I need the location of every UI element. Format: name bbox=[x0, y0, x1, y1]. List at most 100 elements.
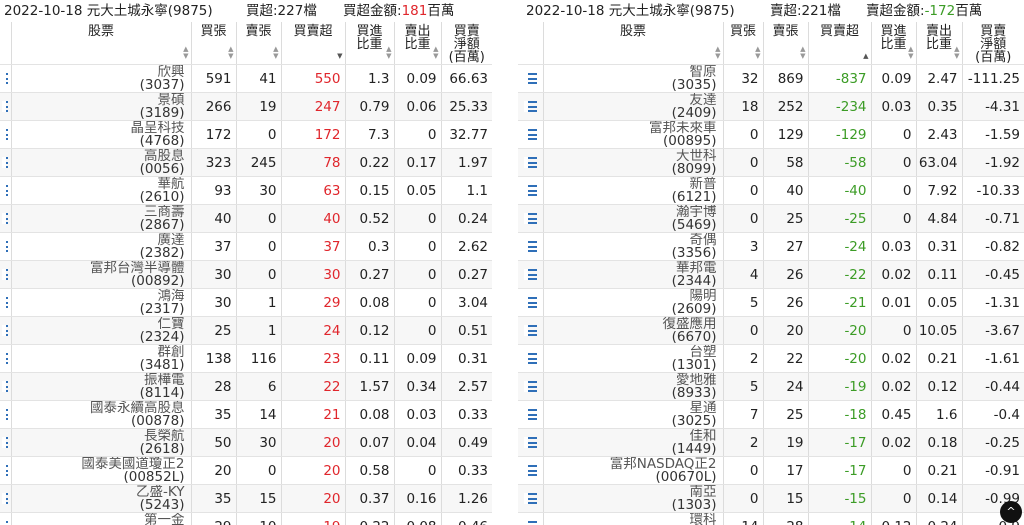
row-menu-cell[interactable] bbox=[518, 316, 544, 345]
list-icon[interactable] bbox=[523, 437, 537, 448]
stock-cell[interactable]: 景碩 (3189) bbox=[11, 92, 192, 121]
stock-cell[interactable]: 復盛應用 (6670) bbox=[543, 316, 724, 345]
list-icon[interactable] bbox=[523, 241, 537, 252]
table-row[interactable]: 仁寶 (2324) 25 1 24 0.12 0 0.51 bbox=[0, 316, 492, 345]
list-icon[interactable] bbox=[523, 213, 537, 224]
table-row[interactable]: 復盛應用 (6670) 0 20 -20 0 10.05 -3.67 bbox=[518, 316, 1024, 345]
row-menu-cell[interactable] bbox=[0, 232, 12, 261]
table-row[interactable]: 陽明 (2609) 5 26 -21 0.01 0.05 -1.31 bbox=[518, 288, 1024, 317]
row-menu-cell[interactable] bbox=[0, 316, 12, 345]
table-row[interactable]: 欣興 (3037) 591 41 550 1.3 0.09 66.63 bbox=[0, 64, 492, 93]
stock-cell[interactable]: 國泰永續高股息 (00878) bbox=[11, 400, 192, 429]
list-icon[interactable] bbox=[2, 157, 9, 168]
stock-cell[interactable]: 大世科 (8099) bbox=[543, 148, 724, 177]
stock-cell[interactable]: 高股息 (0056) bbox=[11, 148, 192, 177]
list-icon[interactable] bbox=[2, 381, 9, 392]
list-icon[interactable] bbox=[523, 353, 537, 364]
stock-cell[interactable]: 振樺電 (8114) bbox=[11, 372, 192, 401]
stock-cell[interactable]: 奇偶 (3356) bbox=[543, 232, 724, 261]
stock-cell[interactable]: 陽明 (2609) bbox=[543, 288, 724, 317]
stock-cell[interactable]: 星通 (3025) bbox=[543, 400, 724, 429]
list-icon[interactable] bbox=[523, 157, 537, 168]
column-header-net[interactable]: 買賣超 ▼ bbox=[281, 22, 346, 65]
stock-name[interactable]: 環科 bbox=[544, 513, 717, 525]
stock-cell[interactable]: 晶呈科技 (4768) bbox=[11, 120, 192, 149]
stock-cell[interactable]: 南亞 (1303) bbox=[543, 484, 724, 513]
list-icon[interactable] bbox=[2, 521, 9, 525]
column-header-sell-ratio[interactable]: 賣出 比重 ▲ ▼ bbox=[916, 22, 963, 65]
row-menu-cell[interactable] bbox=[518, 176, 544, 205]
table-row[interactable]: 華航 (2610) 93 30 63 0.15 0.05 1.1 bbox=[0, 176, 492, 205]
table-row[interactable]: 環科(5011)1428-140.120.24-0.9 bbox=[518, 512, 1024, 525]
list-icon[interactable] bbox=[523, 381, 537, 392]
table-row[interactable]: 大世科 (8099) 0 58 -58 0 63.04 -1.92 bbox=[518, 148, 1024, 177]
row-menu-cell[interactable] bbox=[0, 344, 12, 373]
list-icon[interactable] bbox=[2, 325, 9, 336]
row-menu-cell[interactable] bbox=[0, 512, 12, 525]
table-row[interactable]: 愛地雅 (8933) 5 24 -19 0.02 0.12 -0.44 bbox=[518, 372, 1024, 401]
list-icon[interactable] bbox=[523, 297, 537, 308]
table-row[interactable]: 瀚宇博 (5469) 0 25 -25 0 4.84 -0.71 bbox=[518, 204, 1024, 233]
table-row[interactable]: 星通 (3025) 7 25 -18 0.45 1.6 -0.4 bbox=[518, 400, 1024, 429]
row-menu-cell[interactable] bbox=[0, 428, 12, 457]
row-menu-cell[interactable] bbox=[518, 400, 544, 429]
row-menu-cell[interactable] bbox=[518, 288, 544, 317]
table-row[interactable]: 景碩 (3189) 266 19 247 0.79 0.06 25.33 bbox=[0, 92, 492, 121]
table-row[interactable]: 國泰美國道瓊正2 (00852L) 20 0 20 0.58 0 0.33 bbox=[0, 456, 492, 485]
scroll-top-button[interactable]: ^ bbox=[1000, 501, 1022, 523]
list-icon[interactable] bbox=[2, 269, 9, 280]
column-header-stock[interactable]: 股票 ▲ ▼ bbox=[11, 22, 192, 65]
stock-cell[interactable]: 長榮航 (2618) bbox=[11, 428, 192, 457]
stock-cell[interactable]: 華邦電 (2344) bbox=[543, 260, 724, 289]
column-header-amount[interactable]: 買賣 淨額 (百萬) bbox=[441, 22, 492, 65]
list-icon[interactable] bbox=[523, 269, 537, 280]
row-menu-cell[interactable] bbox=[518, 512, 544, 525]
row-menu-cell[interactable] bbox=[518, 484, 544, 513]
row-menu-cell[interactable] bbox=[518, 92, 544, 121]
list-icon[interactable] bbox=[2, 465, 9, 476]
table-row[interactable]: 新普 (6121) 0 40 -40 0 7.92 -10.33 bbox=[518, 176, 1024, 205]
row-menu-cell[interactable] bbox=[518, 148, 544, 177]
stock-cell[interactable]: 廣達 (2382) bbox=[11, 232, 192, 261]
row-menu-cell[interactable] bbox=[0, 176, 12, 205]
table-row[interactable]: 群創 (3481) 138 116 23 0.11 0.09 0.31 bbox=[0, 344, 492, 373]
stock-cell[interactable]: 愛地雅 (8933) bbox=[543, 372, 724, 401]
row-menu-cell[interactable] bbox=[0, 148, 12, 177]
list-icon[interactable] bbox=[523, 465, 537, 476]
stock-cell[interactable]: 欣興 (3037) bbox=[11, 64, 192, 93]
table-row[interactable]: 富邦台灣半導體 (00892) 30 0 30 0.27 0 0.27 bbox=[0, 260, 492, 289]
table-row[interactable]: 振樺電 (8114) 28 6 22 1.57 0.34 2.57 bbox=[0, 372, 492, 401]
table-row[interactable]: 友達 (2409) 18 252 -234 0.03 0.35 -4.31 bbox=[518, 92, 1024, 121]
list-icon[interactable] bbox=[2, 241, 9, 252]
table-row[interactable]: 三商壽 (2867) 40 0 40 0.52 0 0.24 bbox=[0, 204, 492, 233]
column-header-net[interactable]: 買賣超 ▲ bbox=[808, 22, 872, 65]
list-icon[interactable] bbox=[2, 73, 9, 84]
list-icon[interactable] bbox=[523, 325, 537, 336]
stock-cell[interactable]: 國泰美國道瓊正2 (00852L) bbox=[11, 456, 192, 485]
list-icon[interactable] bbox=[2, 185, 9, 196]
table-row[interactable]: 台塑 (1301) 2 22 -20 0.02 0.21 -1.61 bbox=[518, 344, 1024, 373]
row-menu-cell[interactable] bbox=[0, 400, 12, 429]
list-icon[interactable] bbox=[523, 493, 537, 504]
row-menu-cell[interactable] bbox=[0, 372, 12, 401]
table-row[interactable]: 富邦未來車 (00895) 0 129 -129 0 2.43 -1.59 bbox=[518, 120, 1024, 149]
stock-cell[interactable]: 富邦NASDAQ正2 (00670L) bbox=[543, 456, 724, 485]
row-menu-cell[interactable] bbox=[518, 204, 544, 233]
list-icon[interactable] bbox=[523, 521, 537, 525]
stock-cell[interactable]: 乙盛-KY (5243) bbox=[11, 484, 192, 513]
stock-cell[interactable]: 鴻海 (2317) bbox=[11, 288, 192, 317]
row-menu-cell[interactable] bbox=[0, 456, 12, 485]
column-header-sell-ratio[interactable]: 賣出 比重 ▲ ▼ bbox=[394, 22, 442, 65]
stock-cell[interactable]: 仁寶 (2324) bbox=[11, 316, 192, 345]
stock-cell[interactable]: 群創 (3481) bbox=[11, 344, 192, 373]
list-icon[interactable] bbox=[2, 297, 9, 308]
stock-cell[interactable]: 富邦台灣半導體 (00892) bbox=[11, 260, 192, 289]
list-icon[interactable] bbox=[2, 493, 9, 504]
row-menu-cell[interactable] bbox=[0, 92, 12, 121]
stock-cell[interactable]: 環科(5011) bbox=[543, 512, 724, 525]
row-menu-cell[interactable] bbox=[518, 372, 544, 401]
list-icon[interactable] bbox=[2, 129, 9, 140]
list-icon[interactable] bbox=[523, 185, 537, 196]
stock-cell[interactable]: 富邦未來車 (00895) bbox=[543, 120, 724, 149]
row-menu-cell[interactable] bbox=[518, 64, 544, 93]
